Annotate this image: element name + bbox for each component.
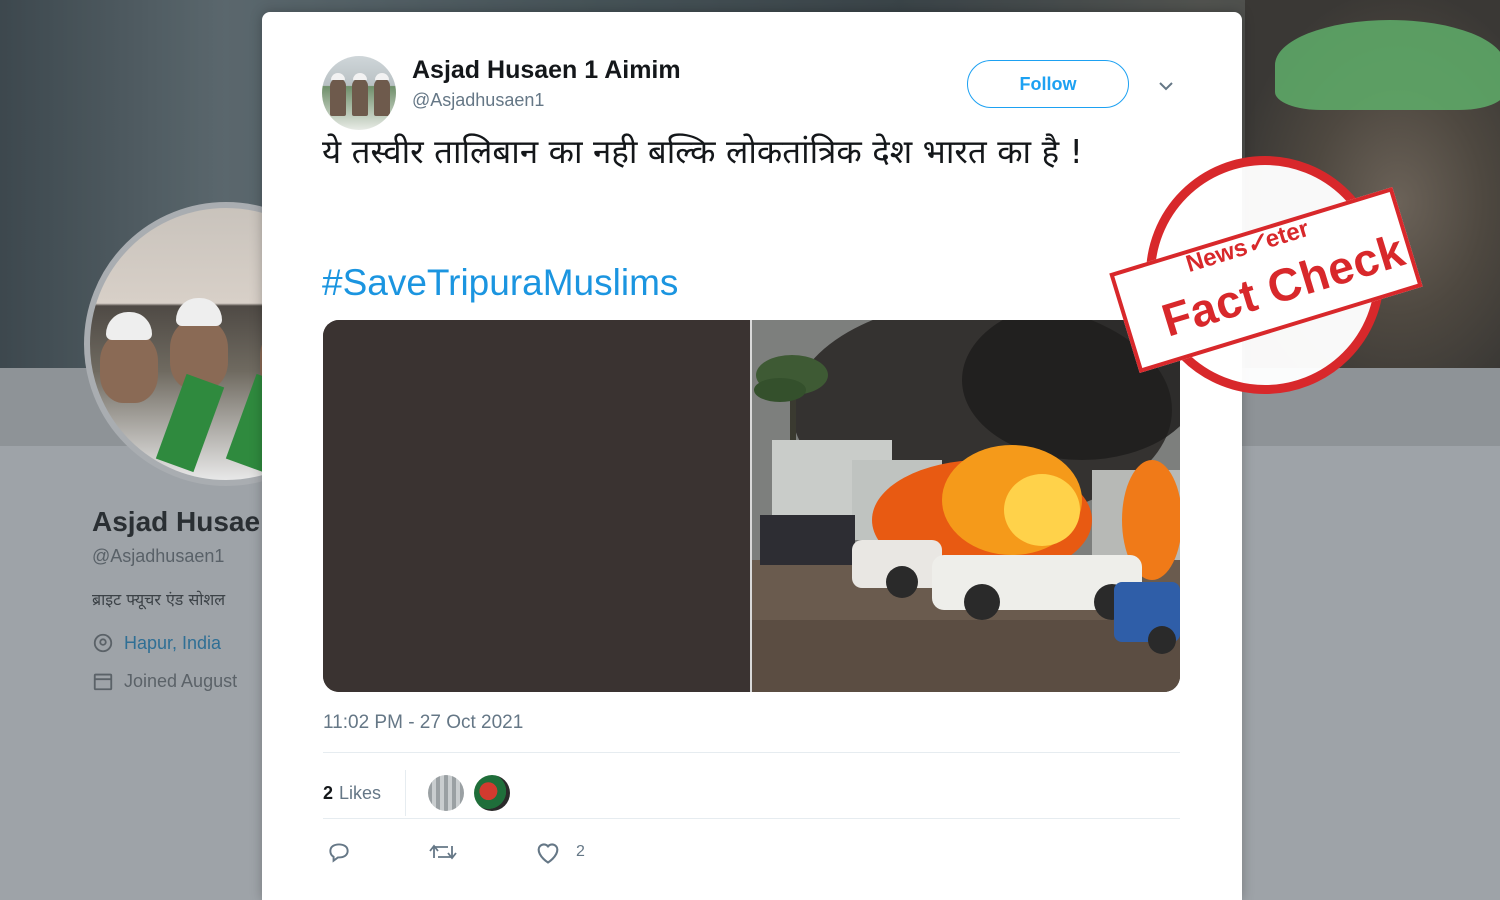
profile-location[interactable]: Hapur, India xyxy=(92,632,221,654)
media-image-right[interactable] xyxy=(752,320,1180,692)
tweet-text: ये तस्वीर तालिबान का नही बल्कि लोकतांत्र… xyxy=(322,132,1083,171)
chevron-down-icon[interactable] xyxy=(1156,76,1176,96)
like-button[interactable]: 2 xyxy=(534,839,585,865)
tweet-card: Asjad Husaen 1 Aimim @Asjadhusaen1 Follo… xyxy=(262,12,1242,900)
profile-joined: Joined August xyxy=(92,670,237,692)
liker-avatar[interactable] xyxy=(428,775,465,811)
joined-text: Joined August xyxy=(124,670,238,691)
author-name[interactable]: Asjad Husaen 1 Aimim xyxy=(412,56,681,85)
burning-cars-photo xyxy=(752,320,1180,692)
likes-separator xyxy=(405,770,407,816)
likes-count: 2 xyxy=(323,782,334,803)
media-image-left[interactable] xyxy=(323,320,750,692)
liker-avatar[interactable] xyxy=(474,775,511,811)
likes-row[interactable]: 2 Likes xyxy=(323,766,520,820)
location-pin-icon xyxy=(93,633,113,653)
tweet-media[interactable] xyxy=(323,320,1180,692)
profile-handle: @Asjadhusaen1 xyxy=(92,546,225,566)
profile-bio: ब्राइट फ्यूचर एंड सोशल xyxy=(92,590,226,609)
reply-icon xyxy=(329,843,349,863)
reply-button[interactable] xyxy=(326,839,352,865)
divider-top xyxy=(323,752,1180,753)
location-text[interactable]: Hapur, India xyxy=(124,633,221,654)
likes-label: Likes xyxy=(339,782,382,803)
heart-icon xyxy=(537,843,559,864)
tweet-actions: 2 xyxy=(326,832,661,872)
like-count: 2 xyxy=(576,843,585,860)
retweet-button[interactable] xyxy=(428,839,458,865)
author-handle[interactable]: @Asjadhusaen1 xyxy=(412,90,544,111)
retweet-icon xyxy=(429,844,457,860)
follow-button[interactable]: Follow xyxy=(967,60,1129,108)
tweet-timestamp[interactable]: 11:02 PM - 27 Oct 2021 xyxy=(323,712,523,734)
hashtag-link[interactable]: #SaveTripuraMuslims xyxy=(322,262,678,304)
author-avatar[interactable] xyxy=(322,56,396,130)
divider-bottom xyxy=(323,818,1180,819)
profile-name: Asjad Husae xyxy=(92,506,261,537)
calendar-icon xyxy=(93,673,113,691)
